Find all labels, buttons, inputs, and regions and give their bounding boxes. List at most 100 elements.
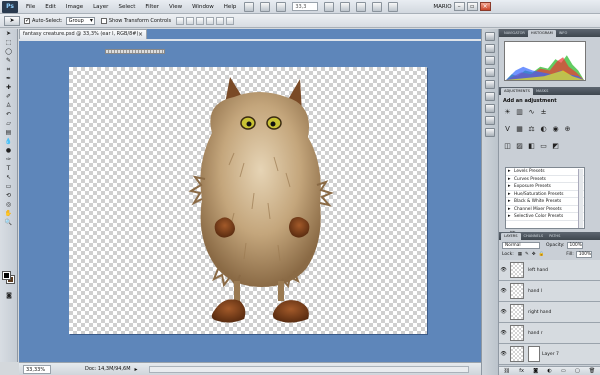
invert-icon[interactable]: ◫ [504, 143, 511, 150]
rotate-view-icon[interactable] [356, 1, 367, 12]
quick-mask-icon[interactable]: ◙ [3, 292, 15, 300]
menu-view[interactable]: View [164, 0, 187, 14]
brushes-panel-icon[interactable] [485, 92, 495, 101]
tab-masks[interactable]: MASKS [533, 88, 551, 95]
lock-position-icon[interactable]: ✥ [532, 252, 536, 257]
tab-adjustments[interactable]: ADJUSTMENTS [501, 88, 533, 95]
hand-tool-icon[interactable] [324, 1, 335, 12]
dodge-tool-icon[interactable]: ● [3, 147, 15, 155]
status-menu-arrow-icon[interactable]: ▸ [135, 366, 138, 373]
gradient-map-icon[interactable]: ▭ [540, 143, 547, 150]
link-layers-icon[interactable]: ⛓ [504, 368, 510, 374]
pen-tool-icon[interactable]: ✑ [3, 156, 15, 164]
workspace-name[interactable]: MARIO [433, 4, 451, 10]
paragraph-panel-icon[interactable] [485, 128, 495, 137]
blur-tool-icon[interactable]: 💧 [3, 138, 15, 146]
black-white-icon[interactable]: ◐ [540, 126, 547, 133]
healing-tool-icon[interactable]: ✚ [3, 84, 15, 92]
delete-layer-icon[interactable]: 🗑 [589, 368, 595, 374]
extras-icon[interactable] [276, 1, 287, 12]
crop-tool-icon[interactable]: ⌗ [3, 66, 15, 74]
curves-icon[interactable]: ∿ [528, 109, 535, 116]
foreground-color-swatch[interactable] [2, 271, 11, 280]
menu-file[interactable]: File [21, 0, 40, 14]
channel-mixer-icon[interactable]: ⊕ [564, 126, 571, 133]
menu-filter[interactable]: Filter [140, 0, 164, 14]
visibility-eye-icon[interactable]: 👁 [499, 330, 508, 336]
threshold-icon[interactable]: ◧ [528, 143, 535, 150]
zoom-status-field[interactable]: 33,33% [23, 364, 51, 374]
color-balance-icon[interactable]: ⚖ [528, 126, 535, 133]
clone-stamp-tool-icon[interactable]: ♙ [3, 102, 15, 110]
add-mask-icon[interactable]: ◙ [533, 368, 538, 374]
clone-source-panel-icon[interactable] [485, 104, 495, 113]
close-tab-icon[interactable]: × [138, 30, 143, 39]
preset-levels[interactable]: Levels Presets [506, 168, 584, 176]
photo-filter-icon[interactable]: ◉ [552, 126, 559, 133]
levels-icon[interactable]: ▥ [516, 109, 523, 116]
lock-transparent-icon[interactable]: ▦ [518, 252, 522, 257]
3d-rotate-tool-icon[interactable]: ⟲ [3, 192, 15, 200]
layer-row[interactable]: 👁 left hand [499, 260, 600, 281]
menu-edit[interactable]: Edit [40, 0, 61, 14]
hue-saturation-icon[interactable]: ▦ [516, 126, 523, 133]
align-top-icon[interactable] [176, 16, 185, 25]
align-center-icon[interactable] [216, 16, 225, 25]
type-tool-icon[interactable]: T [3, 165, 15, 173]
shape-tool-icon[interactable]: ▭ [3, 183, 15, 191]
align-right-icon[interactable] [226, 16, 235, 25]
align-left-icon[interactable] [206, 16, 215, 25]
new-adjustment-icon[interactable]: ◐ [547, 368, 551, 374]
screen-mode-icon[interactable] [388, 1, 399, 12]
preset-selective-color[interactable]: Selective Color Presets [506, 213, 584, 221]
mini-bridge-icon[interactable] [260, 1, 271, 12]
layer-row[interactable]: 👁 right hand [499, 302, 600, 323]
gradient-tool-icon[interactable]: ▤ [3, 129, 15, 137]
history-panel-icon[interactable] [485, 32, 495, 41]
move-tool-icon[interactable]: ➤ [3, 30, 15, 38]
tab-info[interactable]: INFO [556, 30, 571, 37]
opacity-field[interactable]: 100% [566, 242, 583, 249]
visibility-eye-icon[interactable]: 👁 [499, 351, 508, 357]
zoom-tool-icon[interactable] [340, 1, 351, 12]
close-button[interactable]: × [479, 2, 491, 11]
fill-field[interactable]: 100% [575, 251, 592, 258]
menu-select[interactable]: Select [113, 0, 140, 14]
actions-panel-icon[interactable] [485, 44, 495, 53]
visibility-eye-icon[interactable]: 👁 [499, 309, 508, 315]
new-group-icon[interactable]: ▭ [561, 368, 566, 374]
quick-select-tool-icon[interactable]: ✎ [3, 57, 15, 65]
brightness-contrast-icon[interactable]: ☀ [504, 109, 511, 116]
visibility-eye-icon[interactable]: 👁 [499, 267, 508, 273]
layer-row[interactable]: 👁 hand l [499, 281, 600, 302]
lock-image-icon[interactable]: ✎ [525, 252, 529, 257]
preset-channel-mixer[interactable]: Channel Mixer Presets [506, 206, 584, 213]
eraser-tool-icon[interactable]: ▱ [3, 120, 15, 128]
blend-mode-dropdown[interactable]: Normal [502, 242, 540, 249]
styles-panel-icon[interactable] [485, 80, 495, 89]
horizontal-scrollbar[interactable] [149, 366, 469, 373]
menu-help[interactable]: Help [219, 0, 242, 14]
exposure-icon[interactable]: ± [540, 109, 547, 116]
zoom-level-field[interactable]: 33,3 [292, 2, 319, 11]
preset-curves[interactable]: Curves Presets [506, 176, 584, 183]
tab-paths[interactable]: PATHS [546, 233, 563, 240]
zoom-tool-icon[interactable]: 🔍 [3, 219, 15, 227]
arrange-documents-icon[interactable] [372, 1, 383, 12]
minimize-button[interactable]: – [453, 2, 465, 11]
selective-color-icon[interactable]: ◩ [552, 143, 559, 150]
menu-image[interactable]: Image [61, 0, 88, 14]
layer-mask-thumbnail[interactable] [528, 346, 540, 362]
swatches-panel-icon[interactable] [485, 68, 495, 77]
lock-all-icon[interactable]: 🔒 [539, 252, 545, 257]
brush-tool-icon[interactable]: ✐ [3, 93, 15, 101]
transform-controls-checkbox[interactable] [100, 17, 107, 24]
layer-style-icon[interactable]: fx [519, 368, 524, 374]
layer-row[interactable]: 👁 Layer 7 [499, 344, 600, 365]
menu-window[interactable]: Window [187, 0, 219, 14]
layer-row[interactable]: 👁 hand r [499, 323, 600, 344]
preset-hue-saturation[interactable]: Hue/Saturation Presets [506, 191, 584, 198]
tab-histogram[interactable]: HISTOGRAM [527, 30, 556, 37]
new-layer-icon[interactable]: ▢ [575, 368, 580, 374]
presets-scrollbar[interactable] [578, 169, 583, 228]
